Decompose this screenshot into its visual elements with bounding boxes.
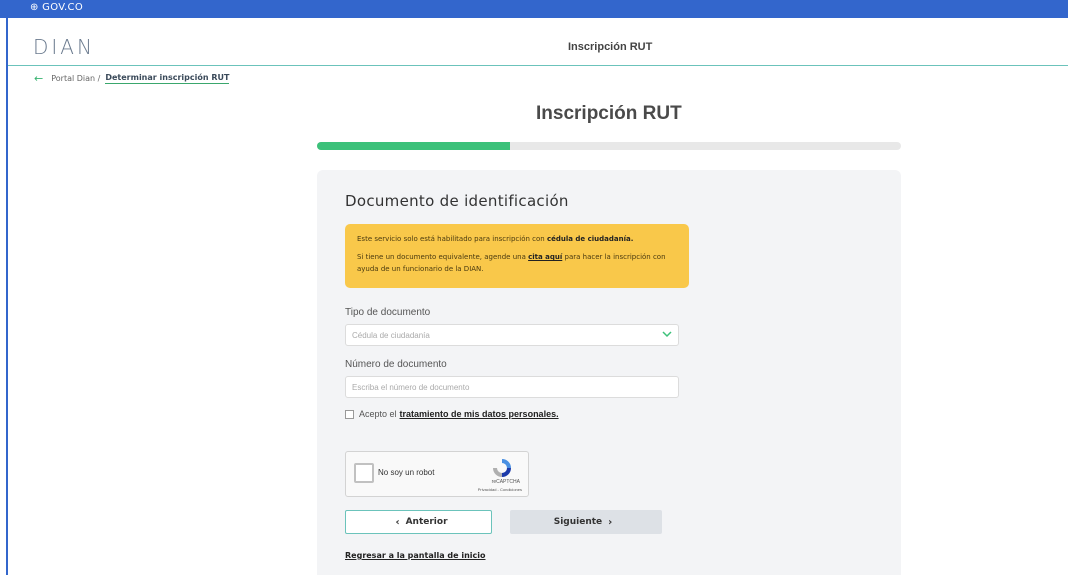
frame-border [6, 0, 8, 575]
alert-bold-text: cédula de ciudadanía. [546, 235, 634, 243]
progress-fill [317, 142, 510, 150]
alert-line-1: Este servicio solo está habilitado para … [357, 233, 677, 245]
previous-button[interactable]: ‹ Anterior [345, 510, 492, 534]
next-label: Siguiente [553, 517, 603, 527]
recaptcha-logo-icon [493, 459, 511, 477]
recaptcha-brand: reCAPTCHA [491, 479, 520, 485]
doc-number-input[interactable]: Escriba el número de documento [345, 376, 679, 398]
alert-text: Este servicio solo está habilitado para … [357, 235, 547, 243]
return-home-link[interactable]: Regresar a la pantalla de inicio [345, 551, 486, 560]
site-header: DIAN Inscripción RUT [8, 18, 1068, 66]
dian-logo[interactable]: DIAN [33, 35, 95, 59]
recaptcha-widget: No soy un robot reCAPTCHA Privacidad - C… [345, 451, 529, 497]
consent-label: Acepto el [359, 409, 397, 419]
doc-number-label: Número de documento [345, 359, 447, 370]
gov-topbar: ⊕ GOV.CO [0, 0, 1068, 18]
recaptcha-checkbox[interactable] [354, 463, 374, 483]
alert-line-2: Si tiene un documento equivalente, agend… [357, 251, 677, 275]
form-card: Documento de identificación Este servici… [317, 170, 901, 575]
consent-checkbox[interactable] [345, 409, 354, 419]
page-title: Inscripción RUT [536, 103, 682, 124]
next-button[interactable]: Siguiente › [510, 510, 662, 534]
recaptcha-links[interactable]: Privacidad - Condiciones [478, 487, 522, 492]
breadcrumb-current: Determinar inscripción RUT [105, 73, 230, 84]
gov-co-logo[interactable]: ⊕ GOV.CO [30, 2, 83, 13]
chevron-left-icon: ‹ [395, 516, 400, 528]
chevron-right-icon: › [608, 516, 613, 528]
doc-type-value: Cédula de ciudadanía [352, 331, 430, 340]
consent-row: Acepto el tratamiento de mis datos perso… [345, 409, 559, 419]
doc-type-select[interactable]: Cédula de ciudadanía [345, 324, 679, 346]
info-alert: Este servicio solo está habilitado para … [345, 224, 689, 288]
header-title: Inscripción RUT [568, 41, 653, 53]
privacy-policy-link[interactable]: tratamiento de mis datos personales. [400, 409, 559, 419]
previous-label: Anterior [405, 517, 448, 527]
breadcrumb: ← Portal Dian / Determinar inscripción R… [34, 72, 230, 85]
doc-type-label: Tipo de documento [345, 307, 431, 318]
chevron-down-icon [662, 331, 672, 338]
back-arrow-icon[interactable]: ← [34, 72, 43, 85]
progress-bar [317, 142, 901, 150]
form-title: Documento de identificación [345, 192, 569, 210]
recaptcha-label: No soy un robot [378, 468, 435, 477]
alert-text: Si tiene un documento equivalente, agend… [357, 253, 529, 261]
breadcrumb-parent[interactable]: Portal Dian / [51, 74, 100, 83]
appointment-link[interactable]: cita aquí [528, 253, 562, 261]
